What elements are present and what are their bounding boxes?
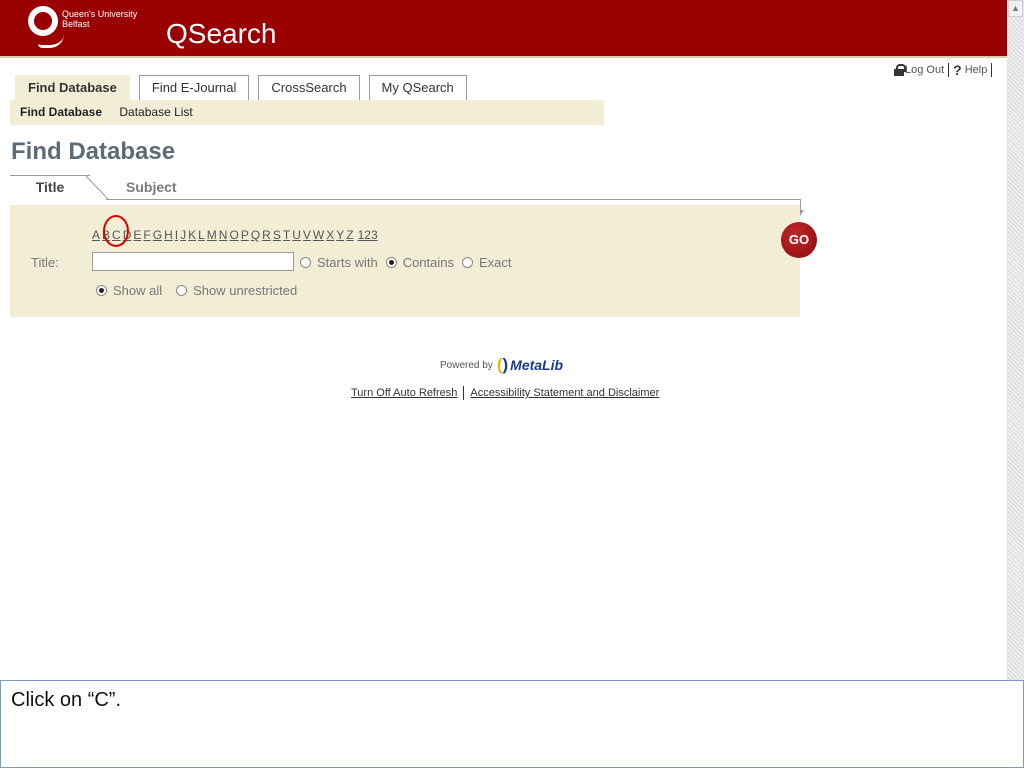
letter-y-link[interactable]: Y: [336, 228, 344, 242]
lock-icon: [894, 64, 906, 76]
letter-j-link[interactable]: J: [180, 228, 186, 242]
radio-exact[interactable]: [462, 257, 473, 268]
letter-i-link[interactable]: I: [175, 228, 178, 242]
radio-show-all-label[interactable]: Show all: [113, 283, 162, 298]
university-logo[interactable]: Queen's University Belfast: [28, 6, 138, 50]
letter-v-link[interactable]: V: [303, 228, 311, 242]
help-icon: ?: [953, 62, 962, 78]
divider: [463, 386, 465, 400]
metalib-icon: (): [496, 355, 509, 374]
radio-starts-with[interactable]: [300, 257, 311, 268]
letter-o-link[interactable]: O: [229, 228, 238, 242]
turn-off-auto-refresh-link[interactable]: Turn Off Auto Refresh: [351, 387, 457, 399]
accessibility-link[interactable]: Accessibility Statement and Disclaimer: [470, 387, 659, 399]
page-title: Find Database: [11, 138, 176, 165]
top-links: Log Out ? Help: [894, 62, 996, 78]
radio-show-all[interactable]: [96, 285, 107, 296]
main-tabs: Find Database Find E-Journal CrossSearch…: [15, 75, 476, 100]
letter-z-link[interactable]: Z: [346, 228, 353, 242]
subnav-database-list[interactable]: Database List: [119, 105, 192, 119]
letter-k-link[interactable]: K: [188, 228, 196, 242]
instruction-text: Click on “C”.: [11, 689, 122, 711]
tab-find-ejournal[interactable]: Find E-Journal: [138, 75, 250, 100]
vertical-scrollbar[interactable]: ▲: [1007, 0, 1024, 680]
logout-link[interactable]: Log Out: [905, 64, 944, 76]
tab-find-database[interactable]: Find Database: [15, 75, 130, 100]
match-options: Starts with Contains Exact: [300, 255, 520, 270]
divider: [948, 63, 950, 77]
letter-q-link[interactable]: Q: [251, 228, 260, 242]
letter-t-link[interactable]: T: [283, 228, 290, 242]
app-title: QSearch: [166, 18, 277, 49]
alphabet-index: A B C D E F G H I J K L M N O P Q R S T U V W X Y Z 123: [92, 228, 378, 242]
title-label: Title:: [31, 255, 59, 270]
radio-starts-with-label[interactable]: Starts with: [317, 255, 378, 270]
radio-exact-label[interactable]: Exact: [479, 255, 512, 270]
letter-g-link[interactable]: G: [153, 228, 162, 242]
radio-show-unrestricted[interactable]: [176, 285, 188, 296]
site-header: Queen's University Belfast QSearch: [0, 0, 1007, 58]
sub-navigation: Find Database Database List: [10, 100, 604, 125]
divider: [991, 63, 993, 77]
footer-links: Turn Off Auto Refresh Accessibility Stat…: [351, 386, 659, 400]
letter-n-link[interactable]: N: [219, 228, 228, 242]
crest-icon: [28, 6, 58, 36]
title-input[interactable]: [92, 252, 294, 271]
metalib-logo[interactable]: MetaLib: [510, 357, 563, 373]
subnav-current[interactable]: Find Database: [20, 105, 102, 119]
logo-q-tail: [38, 34, 64, 48]
tab-subject[interactable]: Subject: [126, 175, 177, 199]
help-link[interactable]: Help: [965, 64, 988, 76]
powered-by: Powered by () MetaLib: [440, 355, 563, 375]
letter-w-link[interactable]: W: [313, 228, 324, 242]
logo-text-line2: Belfast: [62, 19, 90, 29]
letter-l-link[interactable]: L: [198, 228, 205, 242]
logo-text-line1: Queen's University: [62, 9, 138, 19]
tab-crosssearch[interactable]: CrossSearch: [258, 75, 360, 100]
letter-x-link[interactable]: X: [326, 228, 334, 242]
radio-show-unrestricted-label[interactable]: Show unrestricted: [193, 283, 297, 298]
instruction-box: Click on “C”.: [0, 680, 1024, 768]
letter-123-link[interactable]: 123: [358, 228, 378, 242]
radio-contains[interactable]: [385, 257, 397, 268]
scroll-up-icon[interactable]: ▲: [1008, 0, 1023, 17]
letter-a-link[interactable]: A: [92, 228, 100, 242]
tab-slant: [86, 176, 109, 200]
tab-base-line: [106, 199, 801, 200]
powered-by-text: Powered by: [440, 359, 493, 371]
highlight-circle: [103, 215, 129, 247]
letter-h-link[interactable]: H: [164, 228, 173, 242]
radio-contains-label[interactable]: Contains: [403, 255, 454, 270]
tab-my-qsearch[interactable]: My QSearch: [368, 75, 467, 100]
letter-s-link[interactable]: S: [273, 228, 281, 242]
letter-f-link[interactable]: F: [143, 228, 150, 242]
letter-p-link[interactable]: P: [241, 228, 249, 242]
letter-e-link[interactable]: E: [133, 228, 141, 242]
letter-r-link[interactable]: R: [262, 228, 271, 242]
scope-options: Show all Show unrestricted: [96, 283, 305, 298]
scroll-track[interactable]: [1008, 18, 1023, 678]
letter-m-link[interactable]: M: [207, 228, 217, 242]
logo-text: Queen's University Belfast: [62, 9, 137, 29]
go-button[interactable]: GO: [781, 222, 817, 258]
letter-u-link[interactable]: U: [292, 228, 301, 242]
tab-title[interactable]: Title: [10, 175, 90, 199]
